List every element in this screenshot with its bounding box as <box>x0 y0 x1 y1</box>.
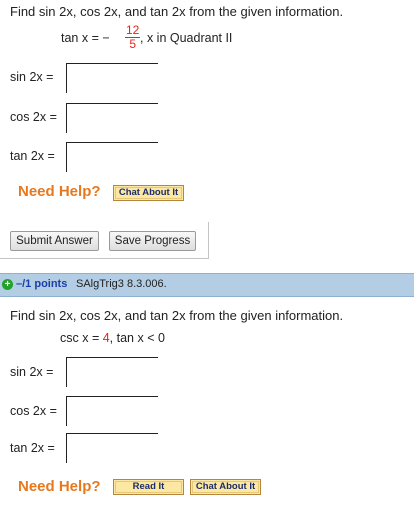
q2-sin2x-input[interactable] <box>66 357 158 387</box>
q1-sin2x-label: sin 2x = <box>10 70 54 84</box>
q1-given-suffix: , x in Quadrant II <box>140 31 233 45</box>
q1-need-help: Need Help? <box>18 183 101 200</box>
q2-given-prefix: csc x = <box>60 331 103 345</box>
question-header-bar: + –/1 points SAlgTrig3 8.3.006. <box>0 273 414 297</box>
q2-cos2x-label: cos 2x = <box>10 404 57 418</box>
q2-prompt: Find sin 2x, cos 2x, and tan 2x from the… <box>10 308 344 323</box>
q1-prompt: Find sin 2x, cos 2x, and tan 2x from the… <box>10 4 344 19</box>
q2-need-help: Need Help? <box>18 478 101 495</box>
q1-sin2x-input[interactable] <box>66 63 158 93</box>
q1-cos2x-label: cos 2x = <box>10 110 57 124</box>
q2-question-id: SAlgTrig3 8.3.006. <box>76 278 167 290</box>
plus-icon[interactable]: + <box>2 279 13 290</box>
q2-read-it-button[interactable]: Read It <box>113 479 184 495</box>
q1-cos2x-input[interactable] <box>66 103 158 133</box>
submit-area: Submit Answer Save Progress <box>0 222 209 259</box>
q2-tan2x-input[interactable] <box>66 433 158 463</box>
q2-cos2x-input[interactable] <box>66 396 158 426</box>
q2-tan2x-label: tan 2x = <box>10 441 55 455</box>
q2-given: csc x = 4, tan x < 0 <box>60 331 165 345</box>
q2-given-value: 4 <box>102 331 110 345</box>
q1-tan2x-input[interactable] <box>66 142 158 172</box>
q2-sin2x-label: sin 2x = <box>10 365 54 379</box>
q1-given-denominator: 5 <box>129 37 137 51</box>
q2-chat-about-it-button[interactable]: Chat About It <box>190 479 261 495</box>
q2-given-suffix: , tan x < 0 <box>109 331 165 345</box>
save-progress-button[interactable]: Save Progress <box>109 231 196 251</box>
q1-chat-about-it-button[interactable]: Chat About It <box>113 185 184 201</box>
q2-points[interactable]: –/1 points <box>16 278 67 290</box>
q1-given-prefix: tan x = − <box>61 31 110 45</box>
submit-answer-button[interactable]: Submit Answer <box>10 231 99 251</box>
q1-given-fraction: 12 5 <box>125 24 141 51</box>
q1-tan2x-label: tan 2x = <box>10 149 55 163</box>
